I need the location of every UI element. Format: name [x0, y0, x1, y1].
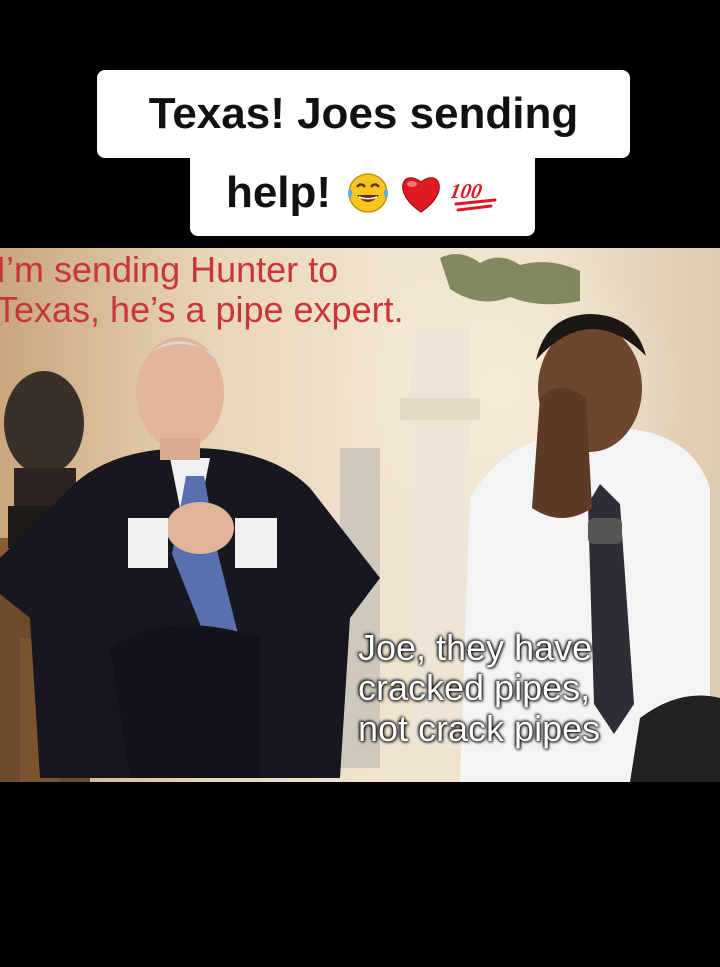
hundred-label: 100	[451, 179, 484, 203]
caption-text-2: help!	[225, 168, 332, 217]
caption-line-2: help! 100	[190, 150, 535, 236]
meme-photo: I’m sending Hunter to Texas, he’s a pipe…	[0, 248, 720, 782]
red-heart-emoji-icon	[402, 177, 440, 213]
caption-line-1: Texas! Joes sending	[97, 70, 630, 158]
laughing-tears-emoji-icon	[348, 173, 389, 213]
bottom-meme-line-2: cracked pipes,	[358, 667, 591, 709]
hundred-points-emoji-icon: 100	[451, 179, 497, 212]
bottom-meme-text: Joe, they have cracked pipes, not crack …	[358, 627, 601, 749]
top-meme-text: I’m sending Hunter to Texas, he’s a pipe…	[0, 249, 404, 331]
bottom-meme-line-3: not crack pipes	[358, 707, 601, 749]
caption-text-1: Texas! Joes sending	[148, 89, 579, 138]
top-meme-line-1: I’m sending Hunter to	[0, 249, 339, 290]
top-meme-line-2: Texas, he’s a pipe expert.	[0, 289, 404, 331]
bottom-meme-line-1: Joe, they have	[358, 627, 593, 668]
